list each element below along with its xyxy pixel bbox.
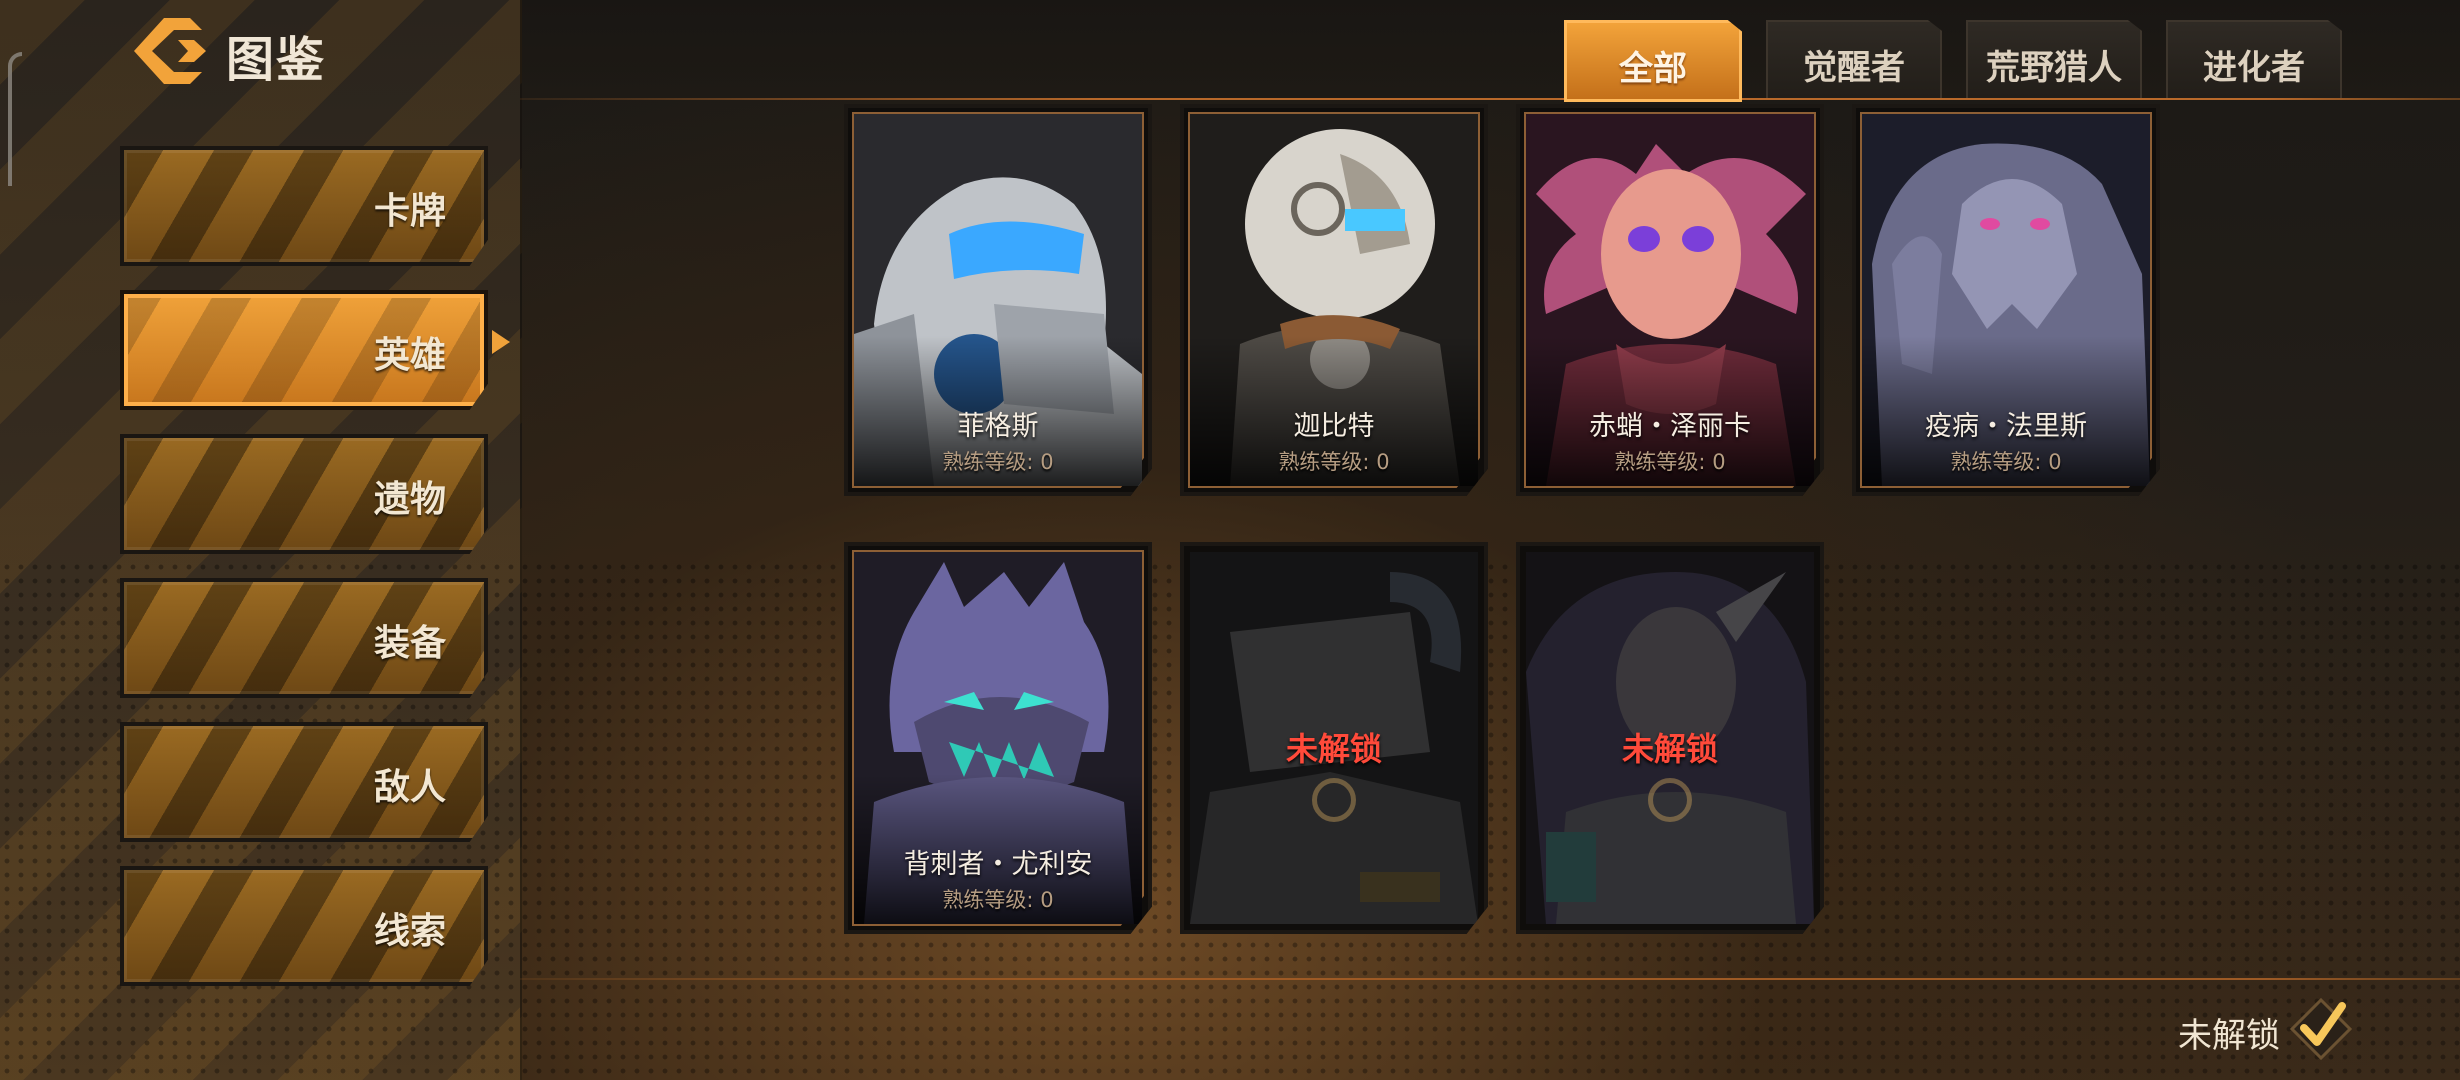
checkbox-check-icon[interactable] [2290, 998, 2352, 1060]
locked-label: 未解锁 [1285, 730, 1382, 768]
sidebar-item-equipment[interactable]: 装备 [120, 578, 488, 698]
tab-wild-hunter[interactable]: 荒野猎人 [1966, 20, 2142, 98]
locked-label: 未解锁 [1621, 730, 1718, 768]
sidebar-item-label: 装备 [373, 623, 446, 664]
tab-all[interactable]: 全部 [1564, 20, 1742, 102]
hero-card-faris[interactable]: 疫病・法里斯 熟练等级: 0 [1852, 104, 2160, 496]
sidebar-item-enemies[interactable]: 敌人 [120, 722, 488, 842]
hero-name: 迦比特 [1293, 411, 1375, 442]
sidebar-item-label: 英雄 [373, 335, 446, 376]
sidebar-item-cards[interactable]: 卡牌 [120, 146, 488, 266]
hero-card-gabit[interactable]: 迦比特 熟练等级: 0 [1180, 104, 1488, 496]
tab-label: 荒野猎人 [1986, 48, 2122, 88]
top-divider [520, 98, 2460, 100]
lock-icon [1648, 778, 1692, 822]
sidebar-item-relics[interactable]: 遗物 [120, 434, 488, 554]
tab-label: 进化者 [2203, 48, 2305, 88]
lock-icon [1312, 778, 1356, 822]
sidebar-item-label: 线索 [373, 911, 446, 952]
hero-name: 背刺者・尤利安 [903, 849, 1093, 880]
hero-card-locked-1[interactable]: 未解锁 [1180, 542, 1488, 934]
hero-card-yulian[interactable]: 背刺者・尤利安 熟练等级: 0 [844, 542, 1152, 934]
hero-name: 疫病・法里斯 [1925, 411, 2087, 442]
hero-level: 熟练等级: 0 [1278, 450, 1390, 474]
sidebar-item-label: 卡牌 [373, 191, 446, 232]
selected-indicator-icon [492, 330, 510, 354]
sidebar-item-heroes[interactable]: 英雄 [120, 290, 488, 410]
sidebar-item-label: 敌人 [373, 767, 446, 808]
hero-level: 熟练等级: 0 [1614, 450, 1726, 474]
hero-name: 菲格斯 [957, 411, 1039, 442]
screen-edge-handle [8, 52, 22, 186]
sidebar-item-clues[interactable]: 线索 [120, 866, 488, 986]
bottom-divider [520, 978, 2460, 980]
page-title: 图鉴 [226, 32, 327, 88]
tab-label: 全部 [1619, 49, 1687, 89]
hero-level: 熟练等级: 0 [942, 450, 1054, 474]
tab-awakened[interactable]: 觉醒者 [1766, 20, 1942, 98]
hero-level: 熟练等级: 0 [942, 888, 1054, 912]
sidebar-item-label: 遗物 [373, 479, 446, 520]
hero-card-figus[interactable]: 菲格斯 熟练等级: 0 [844, 104, 1152, 496]
tab-label: 觉醒者 [1803, 48, 1905, 88]
hero-card-zerika[interactable]: 赤蛸・泽丽卡 熟练等级: 0 [1516, 104, 1824, 496]
hero-name: 赤蛸・泽丽卡 [1589, 411, 1751, 442]
tab-evolver[interactable]: 进化者 [2166, 20, 2342, 98]
unlocked-filter-label: 未解锁 [2178, 1016, 2280, 1056]
hero-level: 熟练等级: 0 [1950, 450, 2062, 474]
back-arrow-icon[interactable] [130, 14, 210, 88]
hero-card-locked-2[interactable]: 未解锁 [1516, 542, 1824, 934]
